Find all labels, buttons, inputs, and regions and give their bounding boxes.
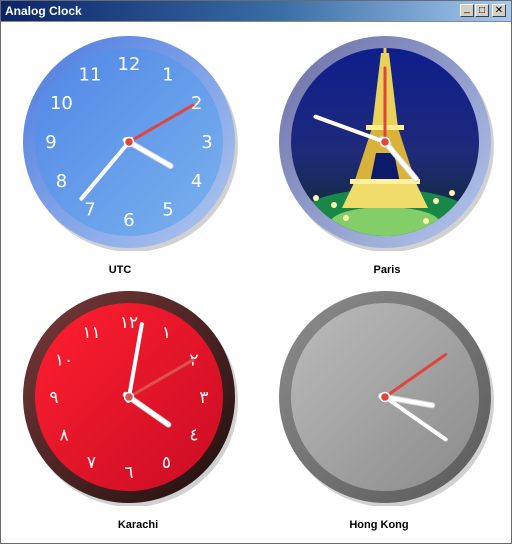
hour-numeral: 5	[162, 200, 173, 221]
clock-hong-kong	[279, 291, 494, 506]
hour-numeral: ٨	[59, 426, 68, 446]
hour-numeral: ٦	[124, 463, 133, 483]
hour-numeral: 11	[79, 64, 102, 85]
hour-numeral: 6	[123, 210, 134, 231]
hour-numeral: ١٢	[120, 313, 138, 333]
clock-label-hong-kong: Hong Kong	[349, 519, 409, 531]
hour-numeral: 9	[45, 132, 56, 153]
clock-label-karachi: Karachi	[117, 519, 159, 531]
center-hub	[123, 136, 135, 148]
hour-numeral: 8	[56, 171, 67, 192]
center-hub	[123, 391, 135, 403]
hour-numeral: 7	[84, 200, 95, 221]
hour-numeral: 1	[162, 64, 173, 85]
window-title: Analog Clock	[5, 4, 82, 18]
hour-numeral: ٥	[162, 453, 171, 473]
hour-numeral: ٤	[189, 426, 198, 446]
hour-numeral: 10	[50, 93, 73, 114]
hour-numeral: 3	[201, 132, 212, 153]
hour-numeral: ٧	[87, 453, 96, 473]
close-button[interactable]: ✕	[492, 4, 506, 17]
minimize-icon: _	[464, 3, 470, 14]
clock-grid: 121234567891011 UTC Paris ١٢١٢٣٤٥٦٧٨٩١٠١…	[1, 21, 511, 543]
clock-label-utc: UTC	[108, 264, 132, 276]
clock-paris	[279, 36, 494, 251]
hour-numeral: ١١	[82, 323, 100, 343]
hour-numeral: 12	[118, 54, 141, 75]
hour-numeral: 2	[191, 93, 202, 114]
hour-numeral: ٣	[199, 388, 208, 408]
app-window: Analog Clock _ □ ✕ 12 1 2 3 4 5 6 7 8 9 10 11 UTC P…	[0, 0, 512, 544]
hour-numeral: 4	[191, 171, 202, 192]
maximize-icon: □	[478, 4, 486, 16]
center-hub	[379, 136, 391, 148]
hour-numeral: ١	[162, 323, 171, 343]
close-icon: ✕	[494, 4, 504, 16]
clock-utc: 12 12 3 45 6 789 10 11	[23, 36, 238, 251]
hour-numeral: ١٠	[55, 351, 73, 371]
maximize-button[interactable]: □	[475, 4, 489, 17]
title-bar[interactable]: Analog Clock _ □ ✕	[1, 1, 511, 21]
clock-label-paris: Paris	[373, 264, 401, 276]
hour-numeral: ٩	[49, 388, 58, 408]
clock-karachi: ١٢١٢٣٤٥٦٧٨٩١٠١١	[23, 291, 238, 506]
minimize-button[interactable]: _	[460, 4, 474, 17]
center-hub	[379, 391, 391, 403]
